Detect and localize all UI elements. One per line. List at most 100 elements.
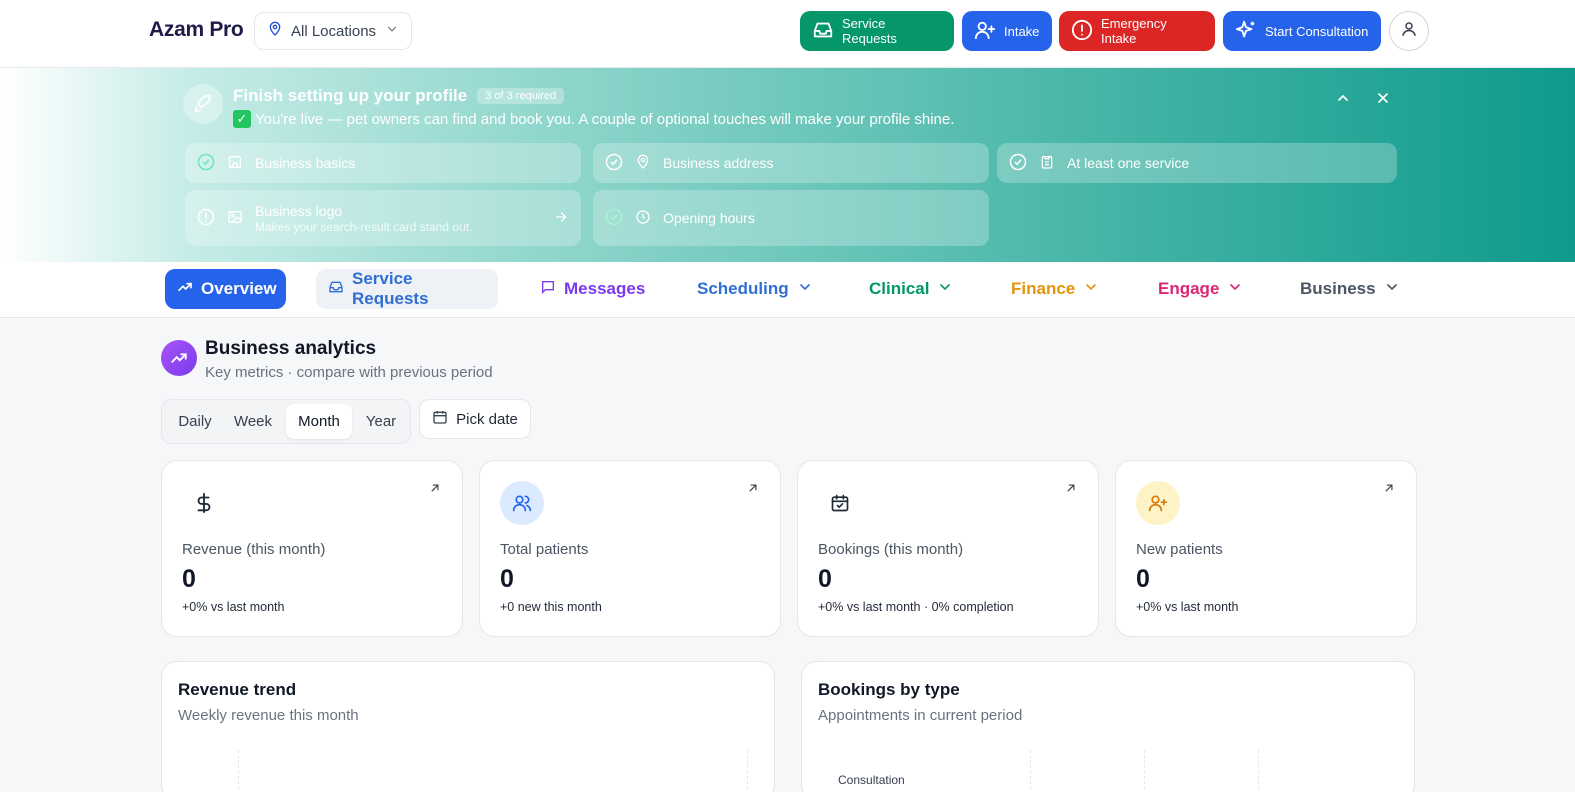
trending-up-icon [177, 279, 193, 300]
panel-title: Bookings by type [818, 680, 960, 699]
chart-gridline [238, 750, 239, 792]
check-circle-icon [197, 153, 215, 174]
alert-circle-icon [1071, 19, 1093, 44]
store-icon [227, 154, 243, 173]
period-year-button[interactable]: Year [358, 404, 404, 439]
setup-step-label: Opening hours [663, 210, 755, 226]
stat-note: +0% vs last month · 0% completion [818, 600, 1014, 614]
section-title: Business analytics [205, 338, 377, 359]
tab-engage[interactable]: Engage [1146, 269, 1255, 309]
emergency-intake-button-label: Emergency Intake [1101, 16, 1167, 46]
tab-scheduling[interactable]: Scheduling [685, 269, 825, 309]
tab-label: Engage [1158, 279, 1220, 298]
section-subtitle: Key metrics · compare with previous peri… [205, 364, 493, 381]
setup-step-hint: Makes your search-result card stand out. [255, 219, 473, 234]
period-month-button[interactable]: Month [286, 404, 352, 439]
setup-step-label: Business basics [255, 155, 356, 171]
check-circle-icon [605, 153, 623, 174]
user-icon [1400, 20, 1418, 43]
trending-up-icon [161, 340, 197, 376]
service-requests-button-label: Service Requests [842, 16, 897, 46]
chevron-down-icon [1384, 279, 1400, 300]
brand-logo[interactable]: Azam Pro [149, 18, 244, 42]
setup-step-label: At least one service [1067, 155, 1190, 171]
stat-label: Total patients [500, 541, 589, 558]
message-square-icon [540, 279, 556, 300]
close-icon [1378, 93, 1388, 103]
map-pin-icon [267, 21, 283, 41]
setup-step-text: Business logo Makes your search-result c… [255, 203, 472, 234]
chevron-down-icon [1227, 279, 1243, 300]
pick-date-button[interactable]: Pick date [419, 399, 531, 439]
pick-date-label: Pick date [456, 410, 518, 428]
top-header: Azam Pro All Locations Service Requests … [0, 0, 1575, 68]
close-banner-button[interactable] [1371, 86, 1395, 110]
tab-service-requests[interactable]: Service Requests [316, 269, 498, 309]
stat-value: 0 [818, 565, 832, 593]
chevron-down-icon [797, 279, 813, 300]
stat-note: +0% vs last month [1136, 600, 1239, 614]
main-nav: Overview Service Requests Messages Sched… [0, 262, 1575, 318]
setup-step-service[interactable]: At least one service [997, 143, 1397, 183]
tab-clinical[interactable]: Clinical [857, 269, 965, 309]
bookings-by-type-panel: Bookings by type Appointments in current… [801, 661, 1415, 792]
setup-step-business-basics[interactable]: Business basics [185, 143, 581, 183]
period-week-button[interactable]: Week [228, 404, 278, 439]
tab-label: Messages [564, 279, 646, 298]
chevron-down-icon [1083, 279, 1099, 300]
panel-subtitle: Weekly revenue this month [178, 707, 359, 724]
setup-step-opening-hours[interactable]: Opening hours [593, 190, 989, 246]
tab-label: Overview [201, 279, 277, 298]
check-box-icon: ✓ [233, 110, 251, 128]
tab-business[interactable]: Business [1288, 269, 1412, 309]
location-select[interactable]: All Locations [254, 12, 412, 50]
chart-gridline [1144, 750, 1145, 792]
emergency-intake-button[interactable]: Emergency Intake [1059, 11, 1215, 51]
sparkles-icon [1235, 19, 1257, 44]
revenue-trend-panel: Revenue trend Weekly revenue this month [161, 661, 775, 792]
tab-finance[interactable]: Finance [999, 269, 1111, 309]
start-consultation-button[interactable]: Start Consultation [1223, 11, 1381, 51]
period-toggle: Daily Week Month Year [161, 399, 411, 444]
user-avatar-button[interactable] [1389, 11, 1429, 51]
external-link-icon[interactable] [1382, 481, 1396, 500]
external-link-icon[interactable] [746, 481, 760, 500]
clock-icon [635, 209, 651, 228]
stat-card-total-patients[interactable]: Total patients 0 +0 new this month [479, 460, 781, 637]
banner-subtitle-text: You're live — pet owners can find and bo… [255, 110, 955, 128]
stat-card-revenue[interactable]: Revenue (this month) 0 +0% vs last month [161, 460, 463, 637]
setup-step-label: Business address [663, 155, 774, 171]
intake-button-label: Intake [1004, 23, 1040, 39]
image-icon [227, 209, 243, 228]
location-select-label: All Locations [291, 22, 377, 40]
stat-label: Bookings (this month) [818, 541, 964, 558]
setup-step-label: Business logo [255, 202, 343, 219]
banner-title-text: Finish setting up your profile [233, 86, 468, 105]
stat-card-new-patients[interactable]: New patients 0 +0% vs last month [1115, 460, 1417, 637]
check-circle-icon [1009, 153, 1027, 174]
chart-gridline [747, 750, 748, 792]
external-link-icon[interactable] [1064, 481, 1078, 500]
stat-label: Revenue (this month) [182, 541, 326, 558]
tab-label: Service Requests [352, 269, 429, 308]
setup-step-business-logo[interactable]: Business logo Makes your search-result c… [185, 190, 581, 246]
period-daily-button[interactable]: Daily [170, 404, 220, 439]
stat-label: New patients [1136, 541, 1223, 558]
tab-overview[interactable]: Overview [165, 269, 286, 309]
check-circle-icon [605, 208, 623, 229]
external-link-icon[interactable] [428, 481, 442, 500]
dollar-icon [182, 481, 226, 525]
calendar-icon [432, 409, 448, 429]
intake-button[interactable]: Intake [962, 11, 1052, 51]
tab-messages[interactable]: Messages [528, 269, 657, 309]
users-icon [500, 481, 544, 525]
chevron-down-icon [937, 279, 953, 300]
panel-title: Revenue trend [178, 680, 297, 699]
chevron-down-icon [385, 22, 399, 40]
inbox-icon [812, 19, 834, 44]
collapse-banner-button[interactable] [1331, 86, 1355, 110]
service-requests-button[interactable]: Service Requests [800, 11, 954, 51]
stat-card-bookings[interactable]: Bookings (this month) 0 +0% vs last mont… [797, 460, 1099, 637]
setup-step-business-address[interactable]: Business address [593, 143, 989, 183]
tab-label: Clinical [869, 279, 930, 298]
